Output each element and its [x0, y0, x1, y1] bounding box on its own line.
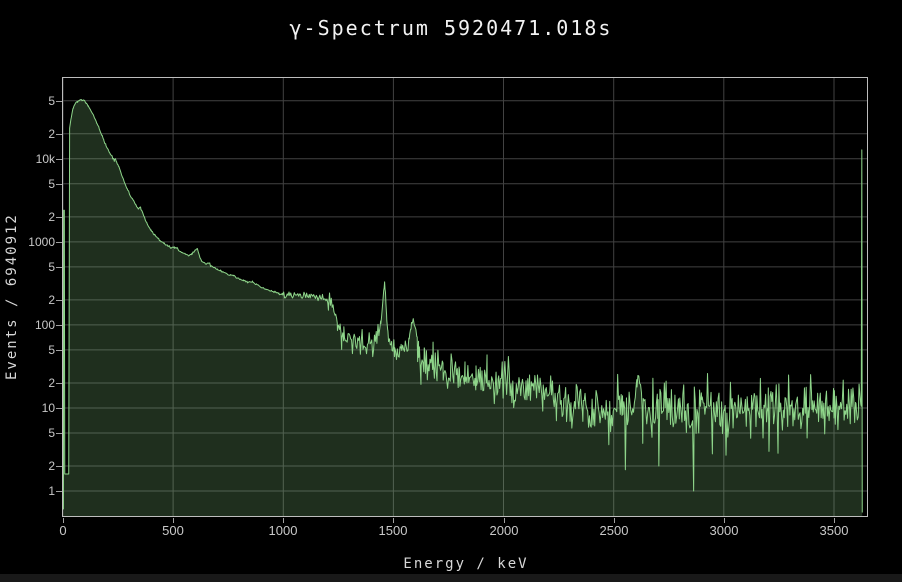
gamma-spectrum-chart: γ-Spectrum 5920471.018s 5210k52100052100… [0, 0, 902, 582]
y-tick-mark [56, 242, 62, 243]
y-tick-mark [56, 159, 62, 160]
y-tick-mark [56, 383, 62, 384]
y-tick-mark [56, 408, 62, 409]
bottom-scrollbar-track[interactable] [0, 574, 902, 582]
x-tick-label: 1500 [361, 523, 425, 538]
x-tick-label: 500 [141, 523, 205, 538]
y-tick-mark [56, 325, 62, 326]
y-tick-mark [56, 267, 62, 268]
y-tick-mark [56, 217, 62, 218]
y-tick-mark [56, 184, 62, 185]
y-tick-mark [56, 491, 62, 492]
y-tick-mark [56, 101, 62, 102]
x-tick-label: 0 [31, 523, 95, 538]
x-tick-label: 3500 [802, 523, 866, 538]
spectrum-plot-canvas [63, 78, 867, 516]
y-tick-mark [56, 350, 62, 351]
x-tick-label: 2500 [582, 523, 646, 538]
plot-area [62, 77, 868, 517]
spectrum-area-fill [63, 100, 862, 516]
x-axis-title: Energy / keV [63, 556, 869, 572]
x-tick-label: 2000 [472, 523, 536, 538]
x-tick-label: 3000 [692, 523, 756, 538]
y-axis-title: Events / 6940912 [4, 77, 28, 517]
chart-title: γ-Spectrum 5920471.018s [0, 16, 902, 40]
x-tick-label: 1000 [251, 523, 315, 538]
y-tick-mark [56, 300, 62, 301]
y-tick-mark [56, 134, 62, 135]
y-tick-mark [56, 433, 62, 434]
y-tick-mark [56, 466, 62, 467]
